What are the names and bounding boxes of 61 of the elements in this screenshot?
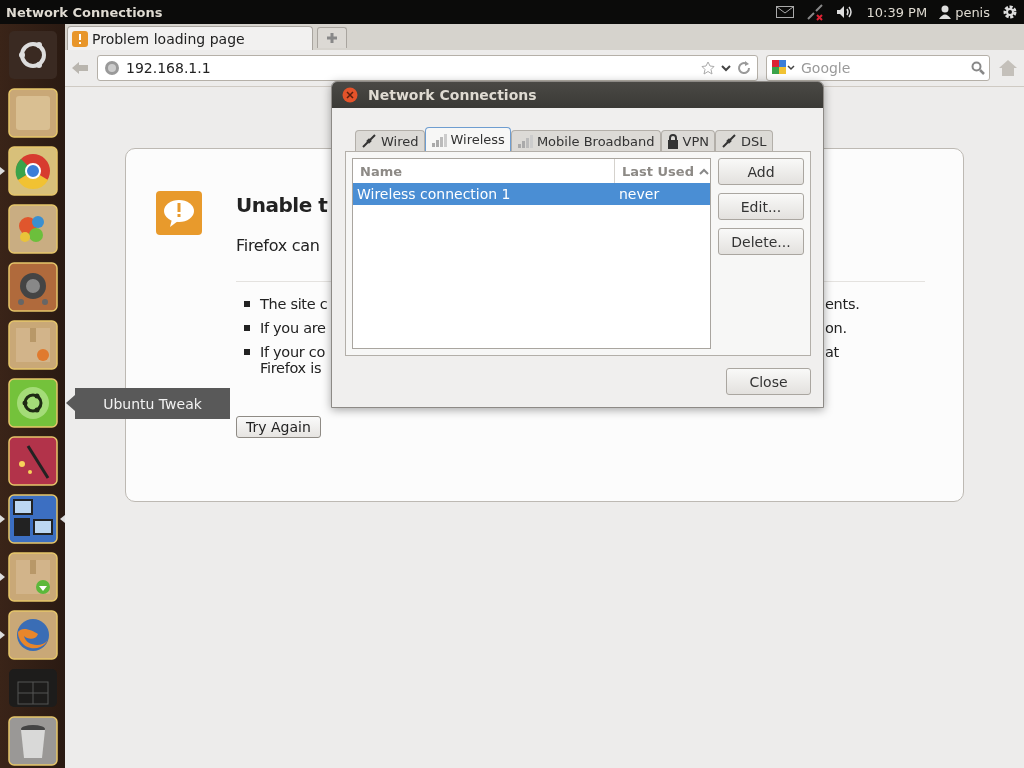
bullet-icon	[244, 349, 250, 355]
computers-icon[interactable]	[7, 494, 58, 544]
user-icon[interactable]	[939, 5, 952, 19]
trash-icon[interactable]	[7, 716, 58, 766]
bullet-text: If your co	[260, 344, 326, 360]
dropdown-icon[interactable]	[721, 64, 731, 72]
reload-icon[interactable]	[737, 61, 751, 75]
volume-icon[interactable]	[836, 5, 855, 19]
settings-icon[interactable]	[1002, 4, 1018, 20]
signal-bars-icon	[516, 134, 533, 148]
bullet-text: at	[825, 344, 840, 360]
dialog-button[interactable]: Delete...	[718, 228, 804, 255]
close-icon[interactable]	[342, 87, 358, 103]
bullet-text: on.	[825, 320, 848, 336]
clock[interactable]: 10:39 PM	[866, 4, 928, 20]
tab[interactable]: Mobile Broadband	[510, 130, 661, 151]
address-bar[interactable]: 192.168.1.1	[97, 55, 758, 81]
tab[interactable]: DSL	[715, 130, 773, 151]
bullet-text: If you are	[260, 320, 326, 336]
plug-icon	[361, 133, 377, 149]
warning-bubble-icon	[156, 191, 202, 235]
mail-icon[interactable]	[776, 6, 795, 18]
magic-wand-icon[interactable]	[7, 436, 58, 486]
signal-bars-icon	[430, 132, 447, 147]
browser-tab[interactable]: Problem loading page	[67, 26, 313, 50]
tooltip: Ubuntu Tweak	[66, 388, 230, 419]
dialog-button[interactable]: Add	[718, 158, 804, 185]
tab[interactable]: Wired	[355, 130, 425, 151]
folder-icon[interactable]	[7, 88, 58, 138]
plug-icon	[721, 133, 737, 149]
network-disconnected-icon[interactable]	[806, 3, 825, 21]
error-intro: Firefox can	[236, 236, 320, 255]
try-again-button[interactable]: Try Again	[236, 416, 321, 438]
plus-icon	[326, 32, 338, 44]
lock-icon	[666, 133, 679, 149]
search-icon[interactable]	[971, 61, 985, 75]
speaker-icon[interactable]	[7, 262, 58, 312]
bullet-icon	[244, 301, 250, 307]
package-icon[interactable]	[7, 320, 58, 370]
tab[interactable]: Wireless	[424, 127, 511, 151]
bullet-text: The site c	[260, 296, 328, 312]
bullet-text: ents.	[825, 296, 861, 312]
browser-icon[interactable]	[7, 146, 58, 196]
window-title: Network Connections	[6, 4, 164, 20]
bullet-text: Firefox is	[260, 360, 322, 376]
search-engine-icon[interactable]	[771, 59, 795, 77]
ubuntu-logo-icon[interactable]	[7, 30, 58, 80]
bullet-icon	[244, 325, 250, 331]
dialog-title: Network Connections	[368, 87, 537, 103]
star-icon[interactable]	[701, 61, 715, 75]
user-name[interactable]: penis	[955, 4, 990, 20]
new-tab-button[interactable]	[317, 27, 347, 48]
search-field[interactable]: Google	[766, 55, 990, 81]
close-button[interactable]: Close	[726, 368, 811, 395]
paint-splash-icon[interactable]	[7, 204, 58, 254]
warning-icon	[72, 30, 88, 47]
error-heading: Unable t	[236, 193, 328, 217]
tweak-icon[interactable]	[7, 378, 58, 428]
dialog-button[interactable]: Edit...	[718, 193, 804, 220]
tab[interactable]: VPN	[660, 130, 715, 151]
package-download-icon[interactable]	[7, 552, 58, 602]
